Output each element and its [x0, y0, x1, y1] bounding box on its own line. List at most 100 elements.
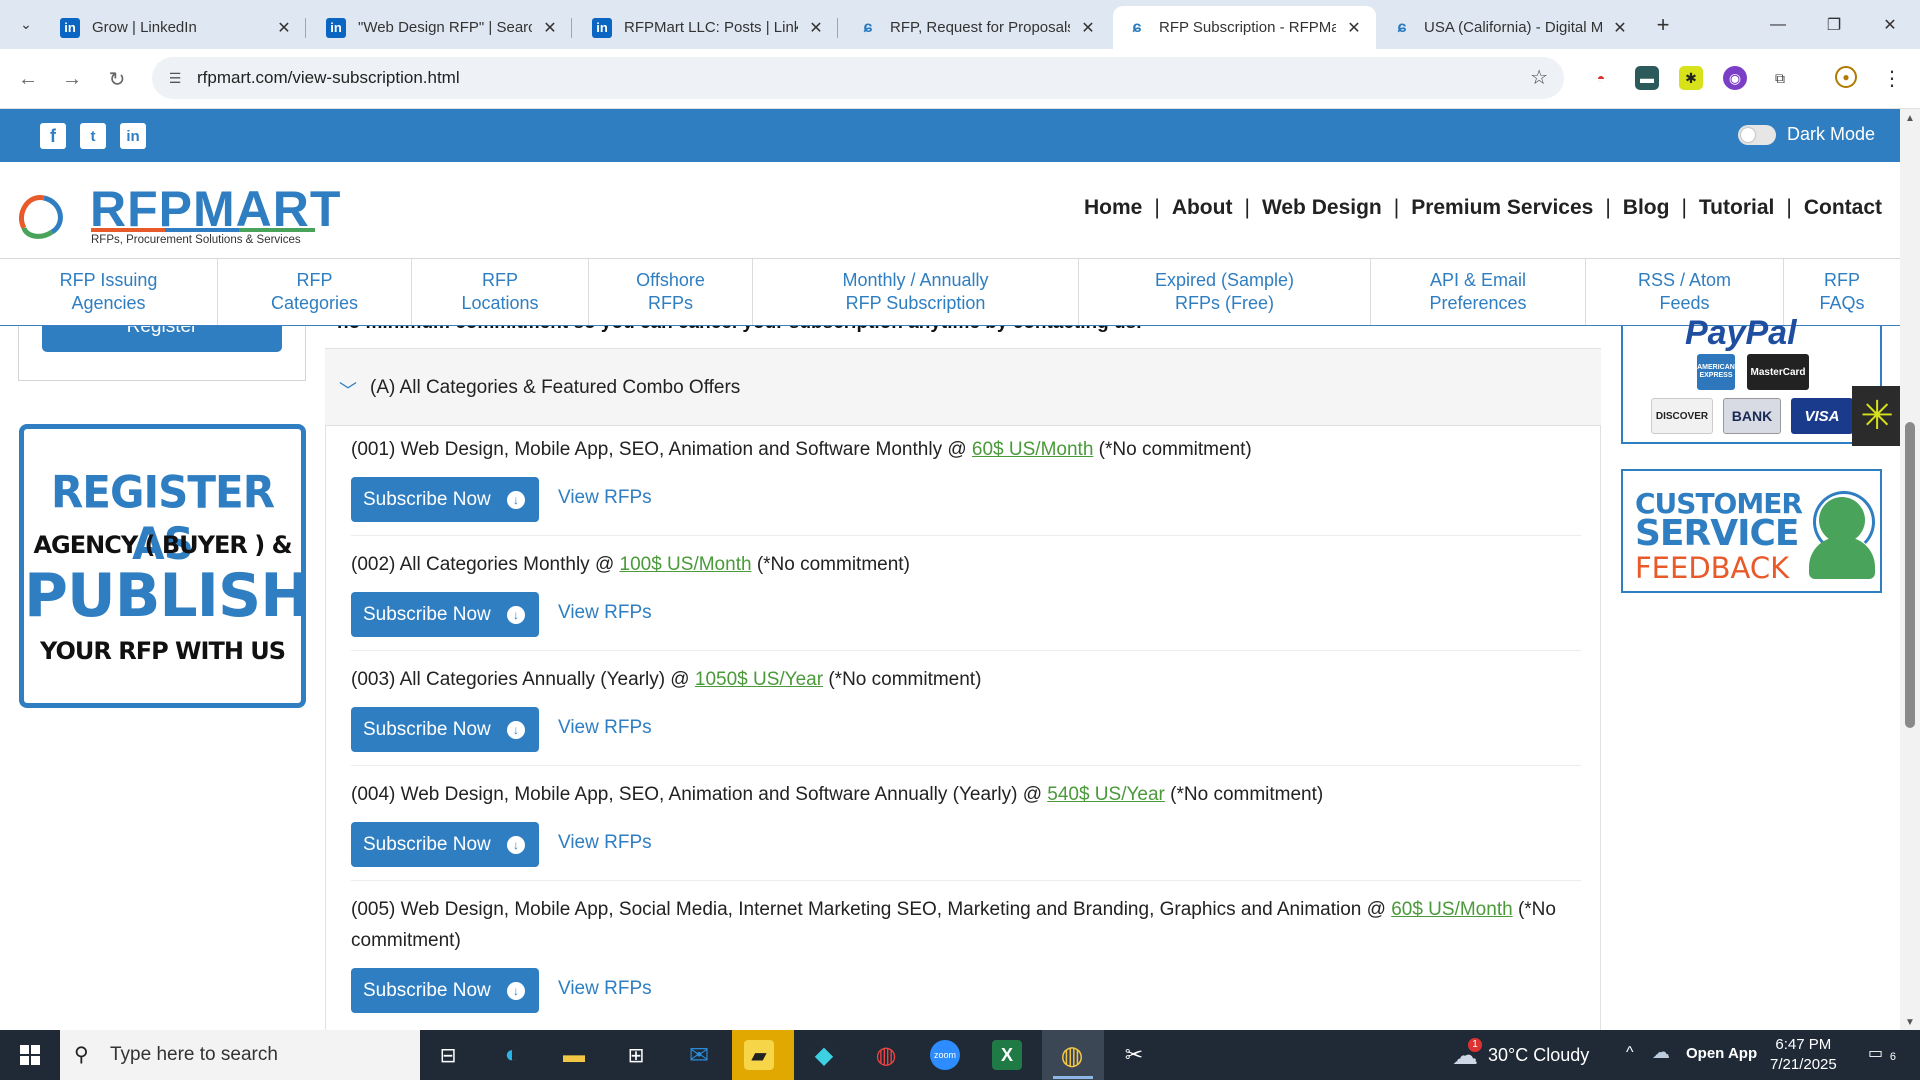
scrollbar-thumb[interactable]: [1905, 422, 1915, 728]
offer-price-link[interactable]: 60$ US/Month: [972, 439, 1093, 460]
taskbar-search[interactable]: ⚲ Type here to search: [60, 1030, 420, 1080]
show-hidden-icons-chevron[interactable]: ^: [1626, 1044, 1634, 1062]
new-tab-icon[interactable]: +: [1648, 10, 1678, 40]
scroll-up-icon[interactable]: ▲: [1905, 113, 1915, 124]
offer-price-link[interactable]: 540$ US/Year: [1047, 784, 1165, 805]
notification-center-icon[interactable]: ▭ 6: [1868, 1043, 1896, 1065]
nav-link-contact[interactable]: Contact: [1804, 196, 1882, 220]
tab-search-dropdown-icon[interactable]: ⌄: [12, 10, 40, 38]
chrome-profile-icon[interactable]: ◍: [868, 1037, 904, 1073]
nav-link-about[interactable]: About: [1172, 196, 1233, 220]
nav-link-premium-services[interactable]: Premium Services: [1411, 196, 1593, 220]
bookmark-star-icon[interactable]: ☆: [1530, 65, 1548, 90]
browser-tab[interactable]: in RFPMart LLC: Posts | LinkedIn ✕: [578, 6, 838, 49]
snipping-tool-icon[interactable]: ✂: [1116, 1037, 1152, 1073]
file-explorer-icon[interactable]: ▬: [556, 1037, 592, 1073]
url-field[interactable]: ☰ rfpmart.com/view-subscription.html ☆: [152, 57, 1564, 99]
zoom-icon[interactable]: zoom: [930, 1040, 960, 1070]
rfpmart-logo-icon[interactable]: [14, 184, 72, 242]
page-scrollbar[interactable]: ▲ ▼: [1900, 109, 1920, 1030]
open-app-button[interactable]: Open App: [1686, 1045, 1757, 1062]
extensions-puzzle-icon[interactable]: ⧉: [1768, 66, 1792, 90]
subscribe-label: Subscribe Now: [363, 488, 491, 510]
asterisk-extension-icon[interactable]: ✱: [1679, 66, 1703, 90]
close-tab-icon[interactable]: ✕: [1078, 18, 1098, 38]
profile-avatar-icon[interactable]: ●: [1835, 66, 1857, 88]
nav-link-blog[interactable]: Blog: [1623, 196, 1670, 220]
task-view-icon[interactable]: ⊟: [430, 1037, 466, 1073]
category-nav-item[interactable]: Monthly / Annually RFP Subscription: [753, 259, 1079, 325]
start-button[interactable]: [0, 1030, 60, 1080]
category-nav-item[interactable]: API & Email Preferences: [1371, 259, 1586, 325]
chrome-icon[interactable]: ◍: [1054, 1037, 1090, 1073]
app-diamond-icon[interactable]: ◆: [806, 1037, 842, 1073]
view-rfps-link[interactable]: View RFPs: [558, 487, 652, 509]
dark-mode-toggle[interactable]: [1738, 125, 1776, 145]
close-tab-icon[interactable]: ✕: [1610, 18, 1630, 38]
scroll-down-icon[interactable]: ▼: [1905, 1017, 1915, 1028]
view-rfps-link[interactable]: View RFPs: [558, 978, 652, 1000]
subscribe-now-button[interactable]: Subscribe Now ↓: [351, 477, 539, 522]
view-rfps-link[interactable]: View RFPs: [558, 717, 652, 739]
back-icon[interactable]: ←: [12, 63, 44, 95]
restore-icon[interactable]: ❐: [1806, 0, 1862, 49]
category-nav-item[interactable]: RFP Categories: [218, 259, 412, 325]
linkedin-icon[interactable]: in: [120, 123, 146, 149]
edge-browser-icon[interactable]: ◐: [494, 1037, 530, 1073]
amex-card-icon: AMERICAN EXPRESS: [1697, 354, 1735, 390]
browser-menu-icon[interactable]: ⋮: [1880, 66, 1904, 90]
subscribe-now-button[interactable]: Subscribe Now ↓: [351, 592, 539, 637]
subscribe-now-button[interactable]: Subscribe Now ↓: [351, 707, 539, 752]
url-text[interactable]: rfpmart.com/view-subscription.html: [197, 68, 460, 88]
reload-icon[interactable]: ↻: [101, 63, 133, 95]
view-rfps-link[interactable]: View RFPs: [558, 832, 652, 854]
category-nav-item[interactable]: Offshore RFPs: [589, 259, 753, 325]
accordion-header-combo-offers[interactable]: ﹀ (A) All Categories & Featured Combo Of…: [325, 348, 1601, 426]
subscribe-now-button[interactable]: Subscribe Now ↓: [351, 822, 539, 867]
facebook-icon[interactable]: f: [40, 123, 66, 149]
category-nav-item[interactable]: RFP Issuing Agencies: [0, 259, 218, 325]
onedrive-icon[interactable]: ☁: [1652, 1042, 1670, 1063]
pokeball-extension-icon[interactable]: ◓: [1589, 66, 1613, 90]
twitter-icon[interactable]: t: [80, 123, 106, 149]
taskbar-clock[interactable]: 6:47 PM 7/21/2025: [1770, 1035, 1837, 1075]
category-nav-item[interactable]: Expired (Sample) RFPs (Free): [1079, 259, 1371, 325]
register-button[interactable]: Register: [42, 326, 282, 352]
browser-tab[interactable]: ɕ RFP, Request for Proposals ✕: [844, 6, 1110, 49]
customer-service-feedback-banner[interactable]: CUSTOMER SERVICE FEEDBACK: [1621, 469, 1882, 593]
close-tab-icon[interactable]: ✕: [806, 18, 826, 38]
close-tab-icon[interactable]: ✕: [1344, 18, 1364, 38]
close-tab-icon[interactable]: ✕: [274, 18, 294, 38]
subscribe-label: Subscribe Now: [363, 833, 491, 855]
browser-tab[interactable]: in Grow | LinkedIn ✕: [46, 6, 306, 49]
clapper-extension-icon[interactable]: ▬: [1635, 66, 1659, 90]
sticky-notes-icon[interactable]: ▰: [744, 1040, 774, 1070]
nav-link-home[interactable]: Home: [1084, 196, 1142, 220]
offer-price-link[interactable]: 60$ US/Month: [1391, 899, 1512, 920]
subscribe-now-button[interactable]: Subscribe Now ↓: [351, 968, 539, 1013]
browser-tab[interactable]: in "Web Design RFP" | Search ✕: [312, 6, 572, 49]
camera-extension-icon[interactable]: ◉: [1723, 66, 1747, 90]
browser-tab-active[interactable]: ɕ RFP Subscription - RFPMart ✕: [1113, 6, 1376, 49]
close-window-icon[interactable]: ✕: [1862, 0, 1918, 49]
microsoft-store-icon[interactable]: ⊞: [618, 1037, 654, 1073]
category-nav-item[interactable]: RFP Locations: [412, 259, 589, 325]
offer-description: (002) All Categories Monthly @ 100$ US/M…: [351, 549, 1581, 580]
nav-link-web-design[interactable]: Web Design: [1262, 196, 1382, 220]
minimize-icon[interactable]: —: [1750, 0, 1806, 49]
site-settings-icon[interactable]: ☰: [164, 67, 186, 89]
browser-tab[interactable]: ɕ USA (California) - Digital M ✕: [1378, 6, 1642, 49]
nav-link-tutorial[interactable]: Tutorial: [1699, 196, 1774, 220]
close-tab-icon[interactable]: ✕: [540, 18, 560, 38]
offer-price-link[interactable]: 1050$ US/Year: [695, 669, 823, 690]
mail-icon[interactable]: ✉: [681, 1037, 717, 1073]
offer-text: (001) Web Design, Mobile App, SEO, Anima…: [351, 439, 972, 460]
category-nav-item[interactable]: RFP FAQs: [1784, 259, 1900, 325]
offer-price-link[interactable]: 100$ US/Month: [620, 554, 752, 575]
view-rfps-link[interactable]: View RFPs: [558, 602, 652, 624]
asterisk-widget-icon[interactable]: ✳: [1852, 386, 1902, 446]
forward-icon[interactable]: →: [56, 63, 88, 95]
excel-icon[interactable]: X: [992, 1040, 1022, 1070]
weather-widget[interactable]: ☁ 1 30°C Cloudy: [1452, 1030, 1589, 1080]
register-agency-banner[interactable]: REGISTER AS AGENCY ( BUYER ) & PUBLISH Y…: [19, 424, 310, 708]
